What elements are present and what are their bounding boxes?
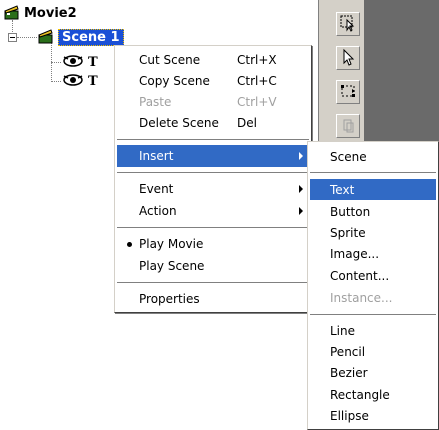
insert-submenu: Scene Text Button Sprite Image... Conten… [307,141,439,430]
menu-item-delete-scene[interactable]: Delete Scene Del [117,112,309,134]
menu-item-label: Pencil [330,345,366,359]
menu-item-label: Text [330,182,355,197]
submenu-item-instance: Instance... [310,287,436,309]
radio-bullet-icon [127,242,132,247]
context-menu: Cut Scene Ctrl+X Copy Scene Ctrl+C Paste… [114,45,312,313]
tree-item-scene-label: Scene 1 [58,28,124,46]
menu-item-label: Play Movie [139,237,204,251]
submenu-item-line[interactable]: Line [310,320,436,342]
menu-item-label: Action [139,204,177,218]
menu-item-label: Copy Scene [139,74,210,88]
submenu-arrow-icon [299,185,303,193]
menu-item-event[interactable]: Event [117,178,309,200]
menu-item-shortcut: Ctrl+X [237,53,277,67]
submenu-item-rectangle[interactable]: Rectangle [310,384,436,406]
menu-item-label: Image... [330,247,380,261]
menu-item-label: Content... [330,269,390,283]
menu-item-label: Scene [330,150,367,164]
menu-item-label: Line [330,324,356,338]
submenu-item-image[interactable]: Image... [310,243,436,265]
eye-icon [62,73,84,90]
menu-item-label: Paste [139,95,172,109]
submenu-item-sprite[interactable]: Sprite [310,222,436,244]
submenu-item-scene[interactable]: Scene [310,146,436,168]
tree-item-scene[interactable]: Scene 1 [38,28,124,46]
submenu-item-pencil[interactable]: Pencil [310,341,436,363]
select-tool-button[interactable] [336,12,360,36]
menu-item-label: Properties [139,292,200,306]
menu-item-label: Bezier [330,366,368,380]
menu-separator [310,314,436,316]
submenu-item-ellipse[interactable]: Ellipse [310,405,436,427]
submenu-arrow-icon [299,152,303,160]
menu-separator [117,172,309,174]
menu-item-label: Instance... [330,291,393,305]
eye-icon [62,54,84,71]
menu-separator [117,282,309,284]
stage-area [364,0,439,147]
menu-item-properties[interactable]: Properties [117,288,309,310]
grayed-tool-icon [339,116,357,137]
menu-item-label: Play Scene [139,259,205,273]
menu-item-play-scene[interactable]: Play Scene [117,255,309,277]
collapse-toggle[interactable] [8,33,17,42]
menu-item-cut-scene[interactable]: Cut Scene Ctrl+X [117,49,309,71]
menu-item-action[interactable]: Action [117,200,309,222]
submenu-item-text[interactable]: Text [310,179,436,200]
scene-icon [38,28,54,47]
menu-item-shortcut: Ctrl+V [237,95,277,109]
tree-item-text-1-label: T [88,54,98,70]
menu-item-insert[interactable]: Insert [117,145,309,167]
tree-item-movie-label: Movie2 [24,5,77,21]
submenu-item-content[interactable]: Content... [310,265,436,287]
menu-item-label: Delete Scene [139,116,219,130]
menu-item-shortcut: Ctrl+C [237,74,277,88]
tree-item-text-2-label: T [88,73,98,89]
menu-item-paste: Paste Ctrl+V [117,91,309,113]
menu-separator [310,172,436,174]
menu-item-play-movie[interactable]: Play Movie [117,233,309,255]
menu-item-label: Insert [139,149,174,163]
menu-item-label: Cut Scene [139,53,201,67]
move-icon [339,82,357,103]
submenu-item-bezier[interactable]: Bezier [310,362,436,384]
menu-item-label: Ellipse [330,409,369,423]
menu-separator [117,227,309,229]
tree-item-text-1[interactable]: T [62,53,98,71]
submenu-arrow-icon [299,207,303,215]
menu-item-label: Button [330,205,371,219]
submenu-item-button[interactable]: Button [310,201,436,223]
menu-item-label: Sprite [330,226,366,240]
move-tool-button[interactable] [336,80,360,104]
pointer-tool-button[interactable] [336,46,360,70]
select-cursor-icon [339,14,357,35]
menu-separator [117,139,309,141]
menu-item-label: Rectangle [330,388,390,402]
arrow-cursor-icon [339,48,357,69]
tree-item-text-2[interactable]: T [62,72,98,90]
menu-item-copy-scene[interactable]: Copy Scene Ctrl+C [117,70,309,92]
tree-item-movie[interactable]: Movie2 [4,4,77,22]
menu-item-shortcut: Del [237,116,257,130]
menu-item-label: Event [139,182,174,196]
disabled-tool-button [336,114,360,138]
